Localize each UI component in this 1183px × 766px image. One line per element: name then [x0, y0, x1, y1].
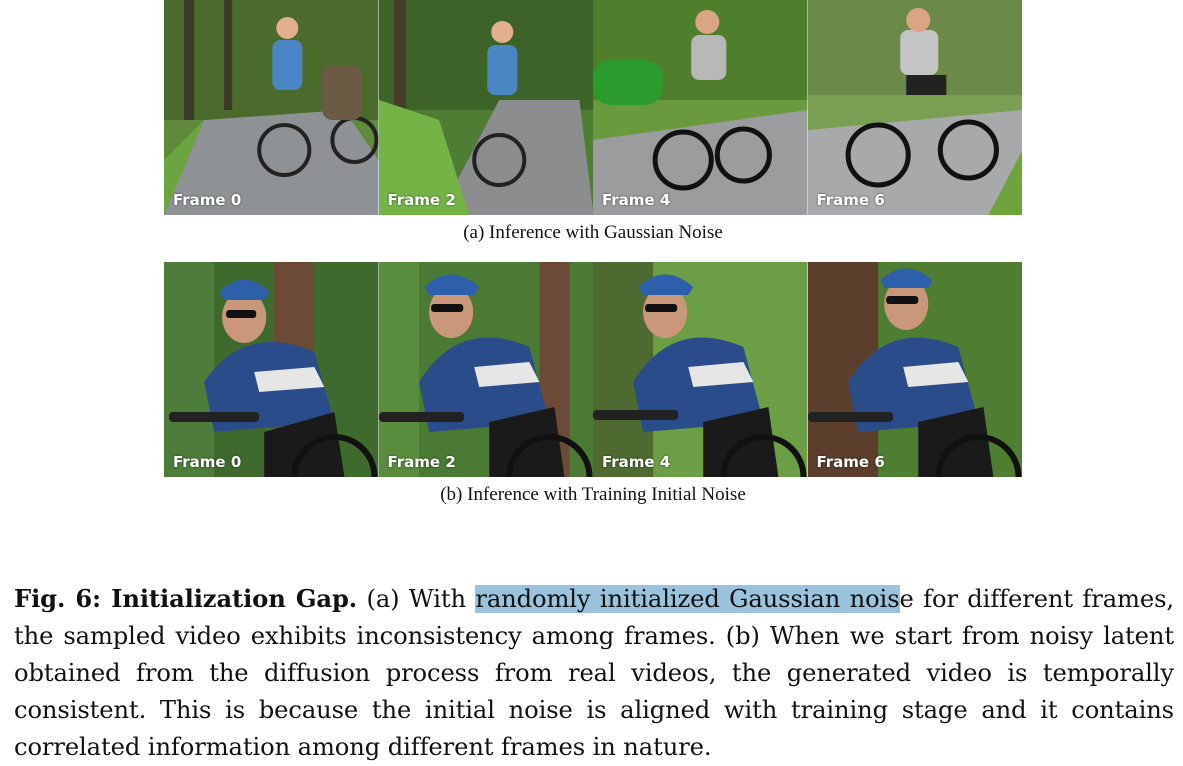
frame-label: Frame 2 — [387, 191, 456, 209]
cyclist-closeup-image — [807, 262, 1022, 477]
frame-image: Frame 6 — [807, 262, 1022, 477]
frame-label: Frame 0 — [173, 191, 242, 209]
frame-image: Frame 4 — [593, 0, 808, 215]
cyclist-park-image — [164, 0, 379, 215]
cyclist-park-image — [593, 0, 808, 215]
cyclist-park-image — [378, 0, 593, 215]
frame-label: Frame 4 — [602, 191, 671, 209]
frame-image: Frame 0 — [164, 262, 379, 477]
frame-label: Frame 4 — [602, 453, 671, 471]
cyclist-closeup-image — [593, 262, 808, 477]
frame-image: Frame 6 — [807, 0, 1022, 215]
figure-row-gaussian: Frame 0 Frame 2 Frame 4 Frame 6 — [164, 0, 1022, 215]
frame-label: Frame 6 — [816, 453, 885, 471]
cyclist-closeup-image — [164, 262, 379, 477]
figure-caption: Fig. 6: Initialization Gap. (a) With ran… — [14, 580, 1174, 766]
cyclist-park-image — [807, 0, 1022, 215]
frame-image: Frame 4 — [593, 262, 808, 477]
frame-image: Frame 2 — [378, 0, 593, 215]
frame-label: Frame 2 — [387, 453, 456, 471]
cyclist-closeup-image — [378, 262, 593, 477]
highlighted-text[interactable]: randomly initialized Gaussian nois — [475, 585, 900, 613]
frame-image: Frame 2 — [378, 262, 593, 477]
caption-text-before: (a) With — [357, 585, 476, 613]
figure-label: Fig. 6: Initialization Gap. — [14, 584, 358, 613]
frame-label: Frame 6 — [816, 191, 885, 209]
subcaption-a: (a) Inference with Gaussian Noise — [463, 222, 723, 243]
frame-image: Frame 0 — [164, 0, 379, 215]
subcaption-b: (b) Inference with Training Initial Nois… — [440, 484, 746, 505]
frame-label: Frame 0 — [173, 453, 242, 471]
figure-row-training-noise: Frame 0 Frame 2 Frame 4 Frame 6 — [164, 262, 1022, 477]
